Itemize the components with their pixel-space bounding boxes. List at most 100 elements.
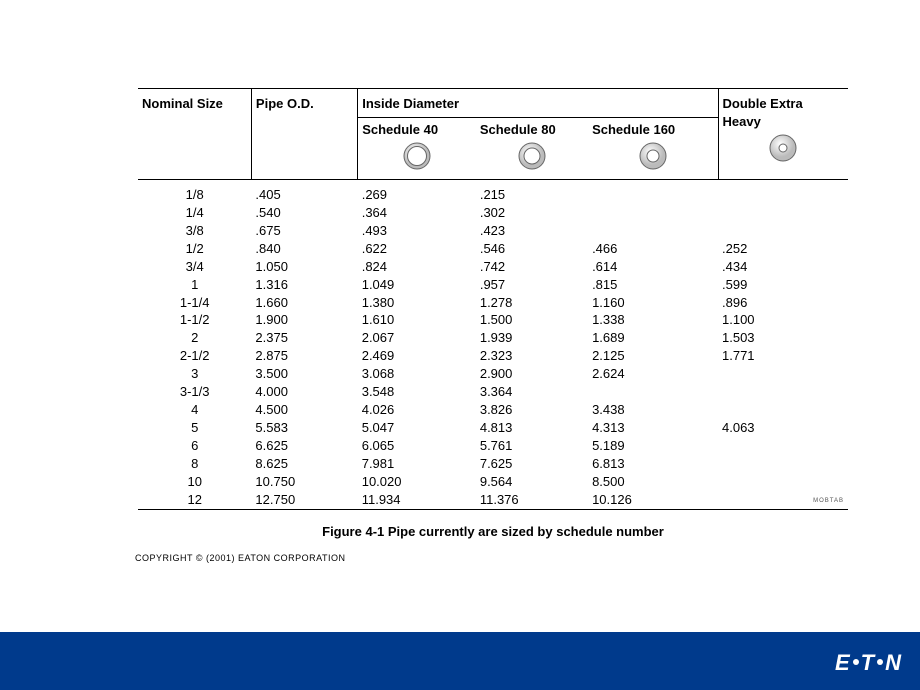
table-row: 1-1/21.9001.6101.5001.3381.100: [138, 311, 848, 329]
cell-nom: 1-1/4: [138, 294, 251, 312]
cell-nom: 12: [138, 491, 251, 509]
cell-od: 4.000: [251, 383, 357, 401]
cell-s80: .546: [476, 240, 588, 258]
cell-od: .405: [251, 179, 357, 203]
cell-s80: 1.939: [476, 329, 588, 347]
table-row: 22.3752.0671.9391.6891.503: [138, 329, 848, 347]
cell-s160: 2.125: [588, 347, 718, 365]
col-group-inside-diameter: Inside Diameter: [358, 89, 718, 118]
cell-nom: 2-1/2: [138, 347, 251, 365]
cell-od: 8.625: [251, 455, 357, 473]
cell-s80: 4.813: [476, 419, 588, 437]
cell-nom: 3/4: [138, 258, 251, 276]
cell-s160: 4.313: [588, 419, 718, 437]
table-row: 1/2.840.622.546.466.252: [138, 240, 848, 258]
ring-icon: [480, 141, 584, 171]
cell-s40: .622: [358, 240, 476, 258]
cell-s80: 7.625: [476, 455, 588, 473]
cell-nom: 10: [138, 473, 251, 491]
cell-nom: 1/4: [138, 204, 251, 222]
cell-s40: 1.380: [358, 294, 476, 312]
cell-s80: .302: [476, 204, 588, 222]
pipe-schedule-table: Nominal Size Pipe O.D. Inside Diameter D…: [138, 88, 848, 509]
cell-nom: 8: [138, 455, 251, 473]
cell-nom: 1/2: [138, 240, 251, 258]
col-double-extra-heavy: Double Extra Heavy: [718, 89, 848, 180]
cell-s80: 2.900: [476, 365, 588, 383]
cell-nom: 5: [138, 419, 251, 437]
col-schedule-40: Schedule 40: [358, 117, 476, 179]
cell-s40: 10.020: [358, 473, 476, 491]
cell-s40: 6.065: [358, 437, 476, 455]
cell-s160: 6.813: [588, 455, 718, 473]
cell-deh: .252: [718, 240, 848, 258]
col-pipe-od: Pipe O.D.: [251, 89, 357, 180]
cell-deh: [718, 437, 848, 455]
table-row: 11.3161.049.957.815.599: [138, 276, 848, 294]
table-row: 1-1/41.6601.3801.2781.160.896: [138, 294, 848, 312]
ring-icon: [592, 141, 713, 171]
cell-s160: .614: [588, 258, 718, 276]
cell-deh: [718, 473, 848, 491]
cell-s160: 1.689: [588, 329, 718, 347]
cell-od: 2.375: [251, 329, 357, 347]
cell-s80: 3.826: [476, 401, 588, 419]
table-body: 1/8.405.269.2151/4.540.364.3023/8.675.49…: [138, 179, 848, 508]
cell-s80: 9.564: [476, 473, 588, 491]
cell-nom: 3: [138, 365, 251, 383]
cell-od: 10.750: [251, 473, 357, 491]
col-schedule-80-label: Schedule 80: [480, 122, 556, 137]
cell-s160: 3.438: [588, 401, 718, 419]
cell-od: 1.316: [251, 276, 357, 294]
table-row: 1010.75010.0209.5648.500: [138, 473, 848, 491]
cell-s40: 2.469: [358, 347, 476, 365]
table-row: 1/8.405.269.215: [138, 179, 848, 203]
cell-s80: 5.761: [476, 437, 588, 455]
cell-s80: .215: [476, 179, 588, 203]
cell-s160: .815: [588, 276, 718, 294]
table-row: 3-1/34.0003.5483.364: [138, 383, 848, 401]
cell-s80: .742: [476, 258, 588, 276]
cell-s40: 2.067: [358, 329, 476, 347]
cell-deh: [718, 383, 848, 401]
table-row: 88.6257.9817.6256.813: [138, 455, 848, 473]
cell-od: .540: [251, 204, 357, 222]
eaton-logo: ETN: [835, 650, 902, 676]
cell-nom: 1/8: [138, 179, 251, 203]
cell-s160: [588, 204, 718, 222]
cell-s40: .364: [358, 204, 476, 222]
cell-s80: 1.500: [476, 311, 588, 329]
cell-deh: 1.503: [718, 329, 848, 347]
cell-nom: 4: [138, 401, 251, 419]
cell-s160: [588, 222, 718, 240]
cell-deh: 1.771: [718, 347, 848, 365]
col-nominal-size: Nominal Size: [138, 89, 251, 180]
cell-od: 1.050: [251, 258, 357, 276]
cell-s80: 3.364: [476, 383, 588, 401]
cell-s40: 7.981: [358, 455, 476, 473]
cell-deh: [718, 365, 848, 383]
cell-nom: 1: [138, 276, 251, 294]
table-row: 3/41.050.824.742.614.434: [138, 258, 848, 276]
table-row: 66.6256.0655.7615.189: [138, 437, 848, 455]
table-row: 1/4.540.364.302: [138, 204, 848, 222]
cell-s40: 1.610: [358, 311, 476, 329]
cell-s40: 1.049: [358, 276, 476, 294]
col-schedule-80: Schedule 80: [476, 117, 588, 179]
cell-nom: 2: [138, 329, 251, 347]
col-schedule-40-label: Schedule 40: [362, 122, 438, 137]
cell-s160: 8.500: [588, 473, 718, 491]
cell-s80: .423: [476, 222, 588, 240]
cell-s40: .269: [358, 179, 476, 203]
cell-deh: [718, 222, 848, 240]
cell-s40: 4.026: [358, 401, 476, 419]
cell-nom: 3-1/3: [138, 383, 251, 401]
col-double-extra-heavy-label: Double Extra Heavy: [723, 96, 803, 129]
cell-s40: 3.068: [358, 365, 476, 383]
cell-s160: 1.160: [588, 294, 718, 312]
cell-s160: [588, 383, 718, 401]
cell-od: .675: [251, 222, 357, 240]
cell-od: 12.750: [251, 491, 357, 509]
cell-od: 6.625: [251, 437, 357, 455]
cell-s40: 11.934: [358, 491, 476, 509]
